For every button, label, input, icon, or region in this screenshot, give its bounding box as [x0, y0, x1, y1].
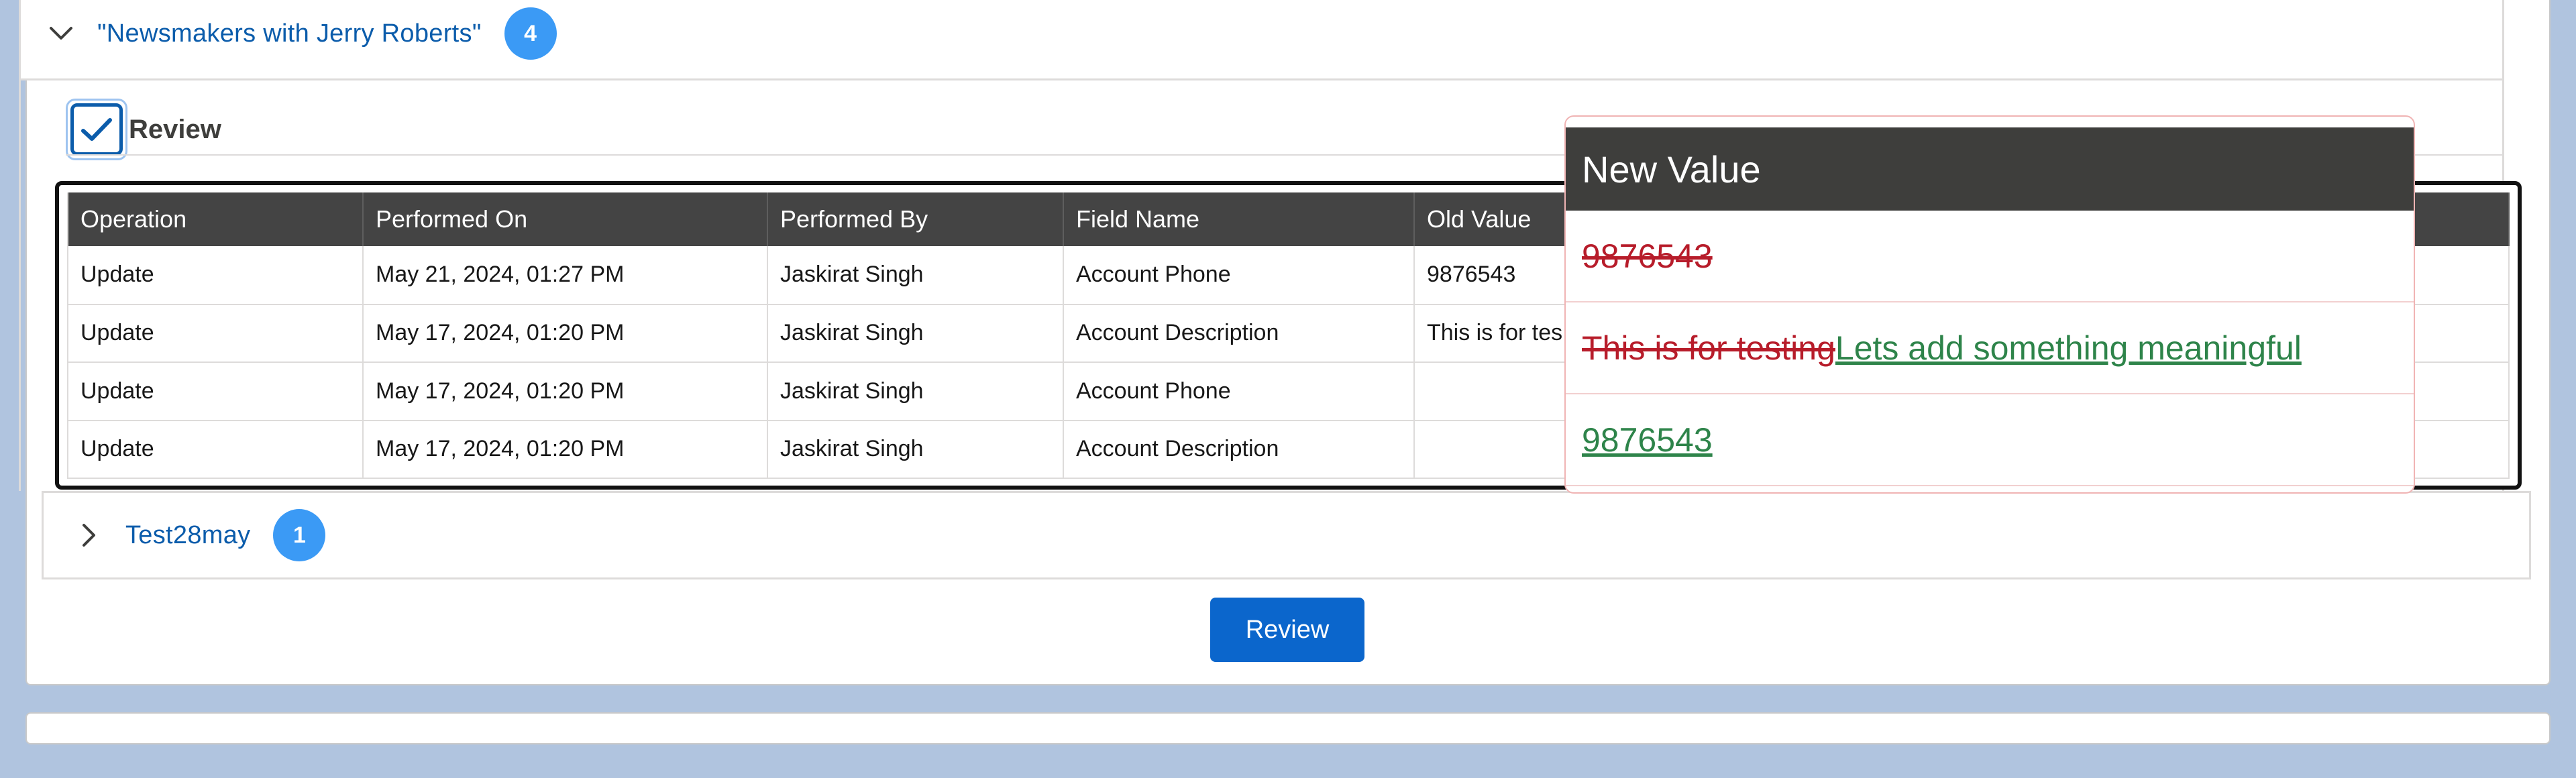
cell-performed-on: May 17, 2024, 01:20 PM [363, 420, 768, 479]
cell-performed-by: Jaskirat Singh [767, 420, 1064, 479]
review-checkbox-row[interactable]: Review [66, 99, 221, 160]
column-header-field-name[interactable]: Field Name [1063, 192, 1415, 246]
added-text: Lets add something meaningful [1835, 329, 2302, 367]
cell-field-name: Account Phone [1063, 362, 1415, 421]
cell-operation: Update [67, 246, 364, 305]
footer-card [25, 712, 2551, 744]
popover-row: 9876543 [1566, 394, 2414, 486]
cell-performed-on: May 21, 2024, 01:27 PM [363, 246, 768, 305]
added-text: 9876543 [1582, 421, 1713, 459]
cell-operation: Update [67, 362, 364, 421]
cell-performed-by: Jaskirat Singh [767, 362, 1064, 421]
count-badge: 4 [504, 7, 557, 60]
popover-row: 9876543 [1566, 211, 2414, 302]
column-header-performed-on[interactable]: Performed On [363, 192, 768, 246]
new-value-popover: New Value 9876543 This is for testing Let… [1564, 115, 2415, 494]
cell-field-name: Account Phone [1063, 246, 1415, 305]
cell-performed-by: Jaskirat Singh [767, 246, 1064, 305]
accordion-header-test28may[interactable]: Test28may 1 [76, 506, 326, 564]
column-header-performed-by[interactable]: Performed By [767, 192, 1064, 246]
cell-field-name: Account Description [1063, 304, 1415, 363]
section-title[interactable]: "Newsmakers with Jerry Roberts" [97, 19, 482, 48]
cell-operation: Update [67, 304, 364, 363]
accordion-section-test28may: Test28may 1 [42, 491, 2531, 579]
removed-text: 9876543 [1582, 237, 1713, 275]
cell-performed-on: May 17, 2024, 01:20 PM [363, 304, 768, 363]
chevron-down-icon[interactable] [48, 20, 74, 47]
accordion-header-newsmakers[interactable]: "Newsmakers with Jerry Roberts" 4 [48, 7, 557, 60]
chevron-right-icon[interactable] [76, 522, 103, 549]
review-button[interactable]: Review [1210, 598, 1364, 662]
cell-operation: Update [67, 420, 364, 479]
accordion-section-newsmakers: "Newsmakers with Jerry Roberts" 4 [19, 0, 2504, 80]
checkmark-icon [81, 118, 112, 141]
review-checkbox[interactable] [70, 103, 123, 156]
cell-performed-on: May 17, 2024, 01:20 PM [363, 362, 768, 421]
removed-text: This is for testing [1582, 329, 1835, 367]
popover-title: New Value [1566, 127, 2414, 211]
cell-field-name: Account Description [1063, 420, 1415, 479]
section-title[interactable]: Test28may [125, 521, 250, 550]
cell-performed-by: Jaskirat Singh [767, 304, 1064, 363]
checkbox-focus-ring [66, 99, 127, 160]
column-header-operation[interactable]: Operation [67, 192, 364, 246]
popover-row: This is for testing Lets add something me… [1566, 302, 2414, 394]
review-checkbox-label: Review [129, 114, 221, 144]
count-badge: 1 [273, 509, 326, 561]
